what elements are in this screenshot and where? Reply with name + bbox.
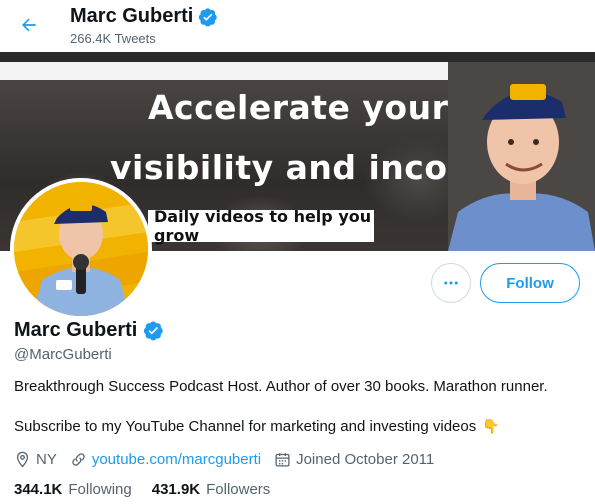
pointing-down-emoji-icon: 👇: [482, 418, 500, 434]
back-button[interactable]: [12, 8, 46, 42]
followers-count: 431.9K: [151, 481, 201, 498]
profile-name: Marc Guberti: [14, 319, 164, 342]
profile-handle: @MarcGuberti: [14, 346, 112, 363]
location: NY: [14, 451, 57, 468]
verified-badge-icon: [144, 321, 164, 341]
avatar-image: [14, 182, 148, 316]
bio-line-2: Subscribe to my YouTube Channel for mark…: [14, 418, 477, 435]
bio-line-2-row: Subscribe to my YouTube Channel for mark…: [14, 418, 500, 435]
verified-badge-icon: [199, 7, 218, 26]
followers-label: Followers: [206, 481, 271, 498]
profile-display-name: Marc Guberti: [14, 319, 138, 341]
banner-headline-line1: Accelerate your: [148, 88, 449, 127]
back-arrow-icon: [22, 18, 36, 32]
tweet-count: 266.4K Tweets: [70, 31, 156, 46]
following-link[interactable]: 344.1K Following: [14, 481, 132, 498]
avatar[interactable]: [10, 178, 152, 320]
following-count: 344.1K: [14, 481, 63, 498]
header-name: Marc Guberti: [70, 5, 194, 27]
header-title: Marc Guberti: [70, 5, 218, 28]
location-pin-icon: [16, 451, 29, 468]
link-icon: [72, 452, 85, 466]
bio-line-1: Breakthrough Success Podcast Host. Autho…: [14, 378, 548, 395]
calendar-icon: [275, 452, 290, 467]
profile-header-bar: Marc Guberti 266.4K Tweets: [0, 0, 595, 52]
banner-tagline: Daily videos to help you grow: [154, 207, 372, 245]
more-options-button[interactable]: [431, 263, 471, 303]
more-dots-icon: [444, 281, 458, 285]
following-label: Following: [68, 481, 132, 498]
website-link[interactable]: youtube.com/marcguberti: [92, 451, 261, 468]
follow-stats: 344.1K Following 431.9K Followers: [14, 481, 290, 498]
banner-tagline-box: Daily videos to help you grow: [148, 207, 374, 245]
website: youtube.com/marcguberti: [70, 451, 261, 468]
banner-person-image: [448, 62, 595, 251]
banner-top-strip: [0, 52, 595, 62]
location-text: NY: [36, 450, 57, 468]
followers-link[interactable]: 431.9K Followers: [152, 481, 271, 498]
follow-button[interactable]: Follow: [480, 263, 580, 303]
join-date: Joined October 2011: [274, 451, 434, 468]
banner-headline-line2: visibility and income: [110, 148, 506, 187]
join-date-text: Joined October 2011: [296, 450, 435, 468]
profile-meta: NY youtube.com/marcguberti Joined Octobe…: [14, 449, 447, 469]
